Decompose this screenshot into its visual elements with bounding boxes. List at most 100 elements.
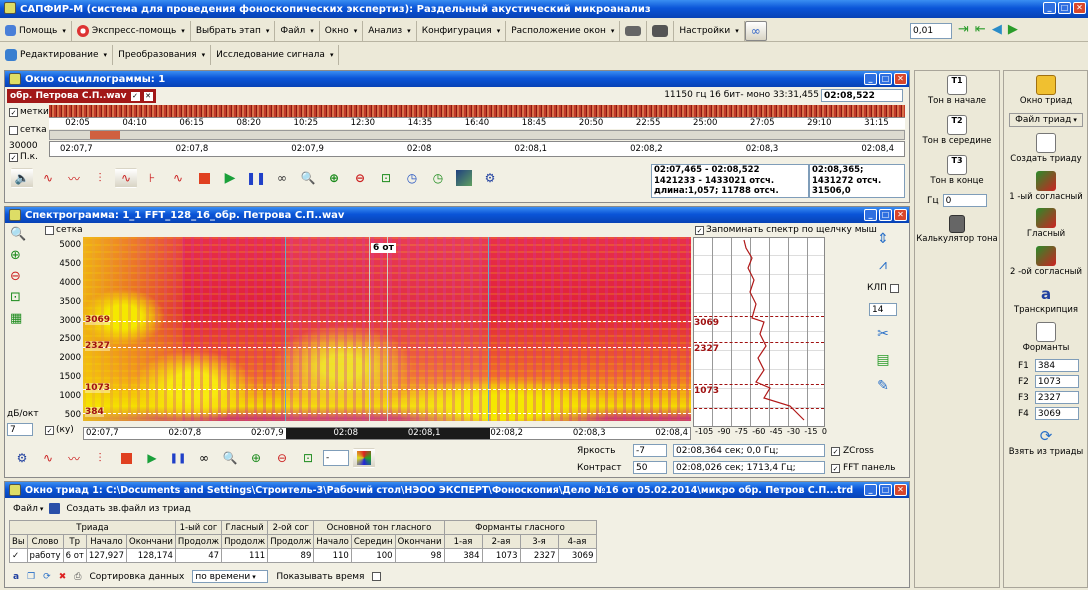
- pause-button[interactable]: ❚❚: [167, 448, 189, 468]
- tone-calculator-button[interactable]: Калькулятор тона: [916, 215, 998, 245]
- sort-select[interactable]: по времени: [192, 570, 269, 583]
- column-header[interactable]: Продолж: [221, 534, 269, 549]
- waveform-box-button[interactable]: ⫶: [89, 448, 111, 468]
- marks-checkbox[interactable]: ✓: [9, 107, 18, 117]
- column-header[interactable]: Окончани: [394, 534, 445, 549]
- notes-icon[interactable]: ✎: [877, 378, 889, 394]
- tone-start-button[interactable]: T1 Тон в начале: [928, 75, 986, 107]
- palette-button[interactable]: [353, 448, 375, 468]
- pk-checkbox[interactable]: ✓: [9, 152, 18, 162]
- spec-grid-checkbox[interactable]: [45, 225, 54, 235]
- play-button[interactable]: ▶: [219, 168, 241, 188]
- loop-button[interactable]: ∞: [271, 168, 293, 188]
- menu-analysis[interactable]: Анализ: [363, 20, 417, 41]
- first-consonant-button[interactable]: 1 -ый согласный: [1009, 170, 1083, 203]
- step-input[interactable]: 0,01: [910, 23, 952, 39]
- maximize-button[interactable]: □: [1058, 2, 1071, 14]
- overview-scrollbar[interactable]: [49, 130, 905, 140]
- copy-icon[interactable]: ❐: [27, 572, 35, 582]
- menu-editing[interactable]: Редактирование: [0, 45, 114, 65]
- zoom-in-button[interactable]: ⊕: [323, 168, 345, 188]
- waveform-box-button[interactable]: ⫶: [89, 168, 111, 188]
- spectrum-view-icon[interactable]: ⩘: [879, 257, 887, 273]
- waveform-view-button[interactable]: 〰: [63, 448, 85, 468]
- go-back-icon[interactable]: ⇤: [975, 22, 986, 37]
- clock-green-button[interactable]: ◷: [427, 168, 449, 188]
- triad-close-button[interactable]: ✕: [894, 484, 907, 496]
- triad-file-menu[interactable]: Файл: [13, 504, 43, 514]
- menu-select-stage[interactable]: Выбрать этап: [191, 20, 276, 41]
- triad-minimize-button[interactable]: _: [864, 484, 877, 496]
- second-consonant-button[interactable]: 2 -ой согласный: [1010, 246, 1082, 278]
- go-next-icon[interactable]: ▶: [1008, 22, 1018, 37]
- ku-checkbox[interactable]: ✓: [45, 425, 54, 435]
- remember-checkbox[interactable]: ✓: [695, 225, 704, 235]
- column-header[interactable]: 4-ая: [557, 534, 597, 549]
- menu-settings[interactable]: Настройки: [674, 20, 745, 41]
- column-header[interactable]: Продолж: [174, 534, 223, 549]
- go-prev-icon[interactable]: ◀: [992, 22, 1002, 37]
- scissors-icon[interactable]: ✂: [877, 326, 889, 342]
- formants-button[interactable]: Форманты: [1023, 321, 1069, 354]
- zcross-checkbox[interactable]: ✓: [831, 446, 840, 456]
- column-header[interactable]: 1-ая: [443, 534, 483, 549]
- zoom-button[interactable]: 🔍: [10, 227, 26, 242]
- menu-help[interactable]: Помощь: [0, 20, 72, 41]
- spec-minimize-button[interactable]: _: [864, 209, 877, 221]
- spectrogram-image[interactable]: 3069 2327 1073 384 6 от: [83, 237, 691, 421]
- zoom-fit-button[interactable]: ⊡: [297, 448, 319, 468]
- filter-button[interactable]: [453, 168, 475, 188]
- link-button[interactable]: ∞: [744, 20, 767, 41]
- zoom-button[interactable]: 🔍: [219, 448, 241, 468]
- db-select[interactable]: 7: [7, 423, 33, 436]
- settings-button[interactable]: ⚙: [11, 448, 33, 468]
- menu-window-layout[interactable]: Расположение окон: [506, 20, 621, 41]
- zoom-in-icon[interactable]: ⊕: [10, 248, 26, 263]
- clock-button[interactable]: ◷: [401, 168, 423, 188]
- column-header[interactable]: 2-ая: [481, 534, 521, 549]
- column-header[interactable]: Тр: [62, 534, 87, 549]
- show-time-checkbox[interactable]: [372, 572, 382, 581]
- tape-button[interactable]: [620, 20, 648, 41]
- spectrum-panel[interactable]: 3069 2327 1073: [693, 237, 825, 427]
- menu-file[interactable]: Файл: [275, 20, 320, 41]
- spectrum-icon[interactable]: ▦: [10, 311, 26, 326]
- column-header[interactable]: Продолж: [267, 534, 315, 549]
- zoom-in-button[interactable]: ⊕: [245, 448, 267, 468]
- waveform-view-button[interactable]: 〰: [63, 168, 85, 188]
- spec-close-button[interactable]: ✕: [894, 209, 907, 221]
- create-triad-button[interactable]: Создать триаду: [1010, 132, 1082, 165]
- triad-file-select[interactable]: Файл триад: [1009, 112, 1083, 127]
- marker-button[interactable]: ⊦: [141, 168, 163, 188]
- zoom-button[interactable]: 🔍: [297, 168, 319, 188]
- chart-icon[interactable]: ▤: [876, 352, 889, 368]
- menu-signal-research[interactable]: Исследование сигнала: [211, 45, 340, 65]
- recorder-button[interactable]: [647, 20, 675, 41]
- tone-end-button[interactable]: T3 Тон в конце: [930, 154, 984, 187]
- row-checkbox[interactable]: ✓: [9, 548, 28, 563]
- menu-express-help[interactable]: Экспресс-помощь: [72, 20, 191, 41]
- klp-input[interactable]: 14: [868, 303, 897, 316]
- create-sound-file-button[interactable]: Создать зв.файл из триад: [66, 504, 190, 514]
- zoom-out-button[interactable]: ⊖: [349, 168, 371, 188]
- triad-window-button[interactable]: Окно триад: [1020, 75, 1072, 107]
- file-checkbox[interactable]: ✓: [130, 91, 140, 101]
- zoom-fit-button[interactable]: ⊡: [375, 168, 397, 188]
- stop-button[interactable]: [193, 168, 215, 188]
- close-button[interactable]: ✕: [1073, 2, 1086, 14]
- menu-configuration[interactable]: Конфигурация: [417, 20, 507, 41]
- settings-button[interactable]: ⚙: [479, 168, 501, 188]
- column-header[interactable]: Вы: [9, 534, 28, 549]
- file-tab[interactable]: обр. Петрова С.П..wav ✓ ✕: [7, 89, 156, 103]
- osc-maximize-button[interactable]: □: [879, 73, 892, 85]
- column-header[interactable]: Середин: [350, 534, 396, 549]
- table-row[interactable]: ✓ работу 6 от 127,927 128,174 47 111 89 …: [9, 548, 597, 563]
- wave-tool-button[interactable]: ∿: [37, 168, 59, 188]
- delete-icon[interactable]: ✖: [59, 572, 67, 582]
- file-close-icon[interactable]: ✕: [143, 91, 153, 101]
- sound-button[interactable]: 🔈: [11, 168, 33, 188]
- zoom-fit-icon[interactable]: ⊡: [10, 290, 26, 305]
- transcription-icon[interactable]: a: [13, 572, 19, 582]
- column-header[interactable]: Окончани: [126, 534, 176, 549]
- brightness-input[interactable]: -7: [633, 444, 667, 457]
